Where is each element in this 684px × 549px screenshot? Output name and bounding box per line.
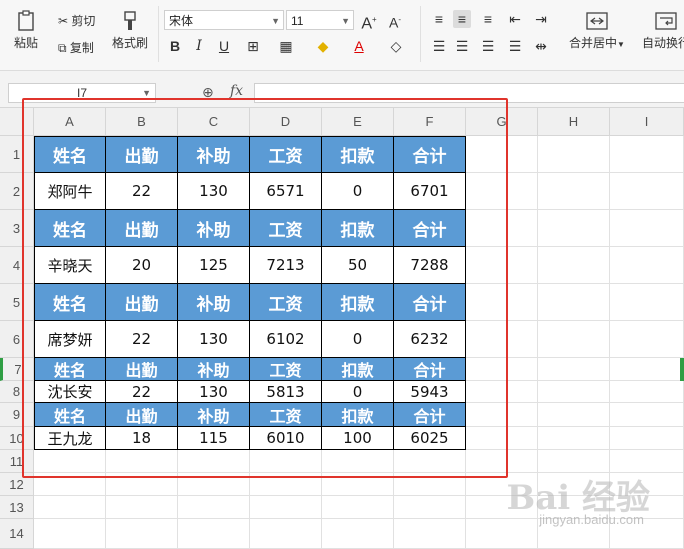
eraser-icon[interactable]: ◇	[387, 37, 405, 55]
copy-icon: ⧉	[58, 41, 67, 55]
grid-cell[interactable]	[538, 381, 610, 403]
column-header-i[interactable]: I	[610, 108, 684, 136]
scissors-icon: ✂	[58, 14, 69, 28]
distribute-icon[interactable]: ⇹	[532, 37, 550, 55]
fx-icon[interactable]: fx	[230, 83, 243, 99]
chevron-down-icon: ▼	[617, 40, 625, 49]
grid-cell[interactable]	[610, 321, 684, 358]
column-header-h[interactable]: H	[538, 108, 610, 136]
grid-cell[interactable]	[610, 284, 684, 321]
grid-cell[interactable]	[106, 519, 178, 549]
grid-cell[interactable]	[394, 519, 466, 549]
italic-icon[interactable]: I	[190, 37, 208, 55]
grid-cell[interactable]	[538, 403, 610, 427]
grid-cell[interactable]	[538, 358, 610, 381]
grid-cell[interactable]	[538, 247, 610, 284]
copy-label: 复制	[69, 41, 94, 55]
grid-cell[interactable]	[610, 358, 684, 381]
align-center-icon[interactable]: ☰	[453, 37, 471, 55]
increase-font-icon[interactable]: A+	[360, 11, 378, 32]
auto-wrap-label: 自动换行	[641, 36, 684, 50]
merge-center-button[interactable]: 合并居中▼	[566, 10, 628, 51]
indent-decrease-icon[interactable]: ⇤	[506, 10, 524, 28]
grid-cell[interactable]	[610, 381, 684, 403]
grid-cell[interactable]	[538, 321, 610, 358]
format-painter-button[interactable]: 格式刷	[108, 10, 152, 51]
cell-style-icon[interactable]: ▦	[277, 37, 295, 55]
grid-cell[interactable]	[538, 210, 610, 247]
grid-cell[interactable]	[322, 496, 394, 519]
font-color-icon[interactable]: A	[350, 37, 368, 55]
watermark-url: jingyan.baidu.com	[539, 512, 644, 527]
active-cell-indicator	[680, 358, 684, 381]
grid-cell[interactable]	[34, 519, 106, 549]
grid-cell[interactable]	[610, 173, 684, 210]
cut-button[interactable]: ✂ 剪切	[58, 12, 95, 29]
wrap-text-icon	[655, 12, 677, 30]
row-header-13[interactable]: 13	[0, 496, 34, 519]
grid-cell[interactable]	[538, 284, 610, 321]
justify-icon[interactable]: ☰	[506, 37, 524, 55]
highlight-box	[22, 98, 508, 478]
divider	[420, 6, 421, 62]
decrease-font-icon[interactable]: A-	[386, 11, 404, 31]
grid-cell[interactable]	[610, 247, 684, 284]
grid-cell[interactable]	[610, 136, 684, 173]
paste-icon	[18, 10, 34, 31]
grid-cell[interactable]	[178, 496, 250, 519]
chevron-down-icon: ▼	[341, 16, 350, 26]
indent-increase-icon[interactable]: ⇥	[532, 10, 550, 28]
grid-cell[interactable]	[538, 173, 610, 210]
grid-cell[interactable]	[466, 519, 538, 549]
font-name-value: 宋体	[169, 14, 194, 28]
align-bottom-icon[interactable]: ≡	[479, 10, 497, 28]
align-top-icon[interactable]: ≡	[430, 10, 448, 28]
align-right-icon[interactable]: ☰	[479, 37, 497, 55]
font-name-select[interactable]: 宋体 ▼	[164, 10, 284, 30]
format-painter-label: 格式刷	[111, 36, 148, 50]
grid-cell[interactable]	[538, 136, 610, 173]
merge-center-label: 合并居中	[569, 36, 618, 50]
underline-icon[interactable]: U	[215, 37, 233, 55]
align-left-icon[interactable]: ☰	[430, 37, 448, 55]
copy-button[interactable]: ⧉ 复制	[58, 39, 94, 56]
ribbon-toolbar: 粘贴 ✂ 剪切 ⧉ 复制 格式刷 宋体 ▼ 11 ▼ A+ A- B I U ⊞ ▦…	[0, 0, 684, 71]
bold-icon[interactable]: B	[166, 37, 184, 55]
align-middle-icon[interactable]: ≡	[453, 10, 471, 28]
grid-cell[interactable]	[250, 519, 322, 549]
grid-cell[interactable]	[610, 403, 684, 427]
cut-label: 剪切	[71, 14, 96, 28]
grid-cell[interactable]	[610, 427, 684, 450]
font-size-value: 11	[291, 14, 304, 28]
divider	[158, 6, 159, 62]
chevron-down-icon: ▼	[271, 16, 280, 26]
grid-cell[interactable]	[106, 496, 178, 519]
grid-cell[interactable]	[538, 427, 610, 450]
merge-cells-icon	[586, 12, 608, 30]
grid-cell[interactable]	[34, 496, 106, 519]
brush-icon	[124, 11, 136, 30]
row-header-14[interactable]: 14	[0, 519, 34, 549]
grid-cell[interactable]	[178, 519, 250, 549]
paste-button[interactable]: 粘贴	[8, 10, 44, 51]
paste-label: 粘贴	[13, 36, 38, 50]
grid-cell[interactable]	[394, 496, 466, 519]
auto-wrap-button[interactable]: 自动换行	[636, 10, 684, 51]
grid-cell[interactable]	[610, 210, 684, 247]
font-size-select[interactable]: 11 ▼	[286, 10, 354, 30]
border-icon[interactable]: ⊞	[244, 37, 262, 55]
fill-color-icon[interactable]: ◆	[314, 37, 332, 55]
grid-cell[interactable]	[322, 519, 394, 549]
grid-cell[interactable]	[250, 496, 322, 519]
